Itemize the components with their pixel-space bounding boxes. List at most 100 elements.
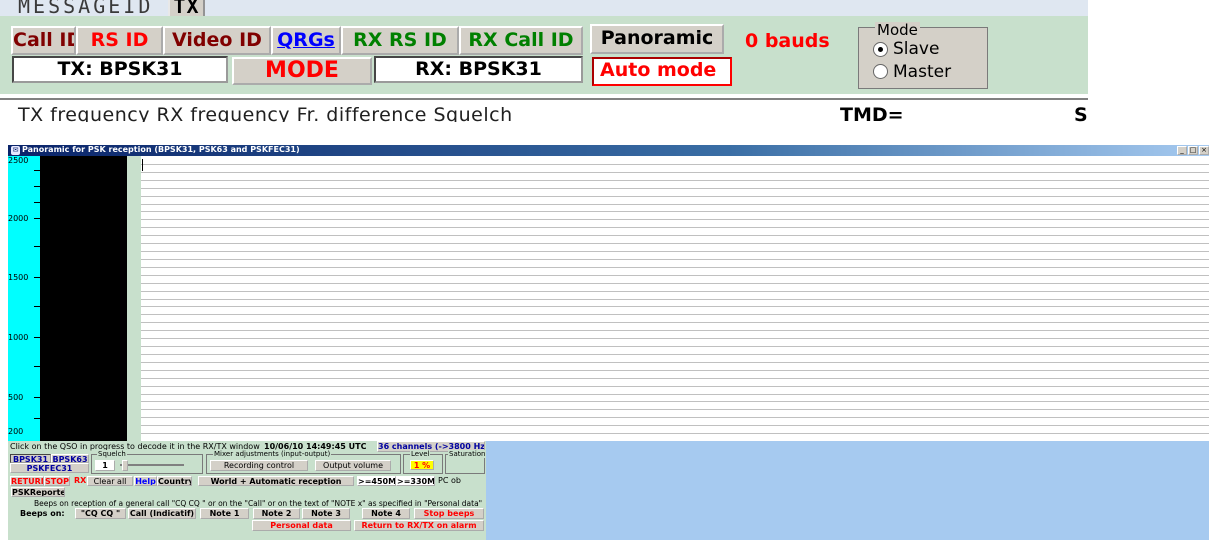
s-label-partial: S bbox=[1074, 104, 1088, 122]
squelch-group: Squelch 1 bbox=[91, 450, 203, 474]
channel-row-divider bbox=[141, 425, 1209, 426]
squelch-legend: Squelch bbox=[97, 450, 127, 458]
channel-row-divider bbox=[141, 196, 1209, 197]
stop-beeps-button[interactable]: Stop beeps bbox=[414, 508, 484, 519]
channel-list[interactable] bbox=[141, 156, 1209, 442]
channel-row-divider bbox=[141, 330, 1209, 331]
squelch-slider-track[interactable] bbox=[120, 464, 184, 466]
channel-row-divider bbox=[141, 204, 1209, 205]
maximize-icon[interactable]: □ bbox=[1188, 146, 1198, 155]
video-id-button[interactable]: Video ID bbox=[163, 26, 271, 55]
channel-row-divider bbox=[141, 346, 1209, 347]
slave-radio[interactable] bbox=[873, 42, 888, 57]
channel-row-divider bbox=[141, 267, 1209, 268]
close-icon[interactable]: × bbox=[1199, 146, 1209, 155]
channel-row-divider bbox=[141, 306, 1209, 307]
level-value: 1 % bbox=[410, 460, 434, 470]
panoramic-window: ✉ Panoramic for PSK reception (BPSK31, P… bbox=[8, 145, 1209, 540]
channel-row-divider bbox=[141, 211, 1209, 212]
return-button[interactable]: RETURN bbox=[10, 476, 44, 486]
squelch-value[interactable]: 1 bbox=[95, 460, 115, 471]
beep-cq-button[interactable]: "CQ CQ " bbox=[75, 508, 126, 519]
stop-button[interactable]: STOP bbox=[44, 476, 70, 486]
slave-radio-label: Slave bbox=[893, 39, 940, 59]
band-450-button[interactable]: >=450MHz bbox=[357, 476, 396, 486]
pskfec31-button[interactable]: PSKFEC31 bbox=[10, 463, 89, 473]
channel-row-divider bbox=[141, 164, 1209, 165]
rs-id-button[interactable]: RS ID bbox=[76, 26, 163, 55]
rx-indicator: RX bbox=[74, 476, 87, 485]
saturation-legend: Saturation bbox=[448, 450, 487, 458]
qrgs-button[interactable]: QRGs bbox=[271, 26, 341, 55]
scale-tick-label: 2000 bbox=[8, 214, 29, 223]
personal-data-button[interactable]: Personal data bbox=[252, 520, 351, 531]
beeps-description: Beeps on reception of a general call "CQ… bbox=[34, 499, 483, 508]
frequency-scale: 2500 2000 1500 1000 500 200 bbox=[8, 156, 40, 441]
beeps-on-label: Beeps on: bbox=[20, 509, 65, 518]
channel-row-divider bbox=[141, 235, 1209, 236]
rx-rs-id-button[interactable]: RX RS ID bbox=[341, 26, 459, 55]
master-radio[interactable] bbox=[873, 64, 888, 79]
waterfall-display[interactable] bbox=[40, 156, 127, 441]
scale-tick-label: 200 bbox=[8, 427, 24, 436]
minimize-icon[interactable]: _ bbox=[1177, 146, 1187, 155]
panoramic-button[interactable]: Panoramic bbox=[590, 24, 724, 54]
beep-note3-button[interactable]: Note 3 bbox=[302, 508, 350, 519]
country-button[interactable]: Country bbox=[157, 476, 192, 486]
channel-row-divider bbox=[141, 188, 1209, 189]
beep-note2-button[interactable]: Note 2 bbox=[253, 508, 300, 519]
band-330-button[interactable]: >=330MHz bbox=[396, 476, 435, 486]
beep-call-button[interactable]: Call (Indicatif) bbox=[128, 508, 196, 519]
channel-row-divider bbox=[141, 417, 1209, 418]
channel-row-divider bbox=[141, 370, 1209, 371]
channel-row-divider bbox=[141, 314, 1209, 315]
waterfall-border bbox=[127, 156, 141, 441]
channel-row-divider bbox=[141, 243, 1209, 244]
mixer-legend: Mixer adjustments (input-output) bbox=[213, 450, 332, 458]
scale-tick-label: 1500 bbox=[8, 273, 29, 282]
return-on-alarm-button[interactable]: Return to RX/TX on alarm bbox=[354, 520, 484, 531]
tx-mode-display: TX: BPSK31 bbox=[12, 56, 228, 83]
channel-row-divider bbox=[141, 180, 1209, 181]
channel-row-divider bbox=[141, 401, 1209, 402]
lower-divider bbox=[0, 98, 1088, 100]
beep-note4-button[interactable]: Note 4 bbox=[362, 508, 410, 519]
help-button[interactable]: Help bbox=[134, 476, 157, 486]
channel-row-divider bbox=[141, 259, 1209, 260]
mode-button[interactable]: MODE bbox=[232, 57, 372, 85]
channel-row-divider bbox=[141, 322, 1209, 323]
world-automatic-button[interactable]: World + Automatic reception bbox=[198, 476, 354, 486]
level-group: Level 1 % bbox=[403, 450, 443, 474]
channel-row-divider bbox=[141, 172, 1209, 173]
output-volume-button[interactable]: Output volume bbox=[315, 460, 391, 471]
channel-row-divider bbox=[141, 227, 1209, 228]
rx-call-id-button[interactable]: RX Call ID bbox=[459, 26, 583, 55]
beep-note1-button[interactable]: Note 1 bbox=[200, 508, 249, 519]
scale-tick-label: 1000 bbox=[8, 333, 29, 342]
squelch-slider-thumb[interactable] bbox=[122, 460, 128, 471]
channel-row-divider bbox=[141, 275, 1209, 276]
main-window-fragment: MESSAGEID TX Call ID RS ID Video ID QRGs… bbox=[0, 0, 1088, 122]
bpsk31-button[interactable]: BPSK31 bbox=[10, 454, 51, 463]
channel-row-divider bbox=[141, 386, 1209, 387]
tmd-label-partial: TMD= bbox=[840, 104, 904, 122]
scale-tick-label: 2500 bbox=[8, 156, 29, 165]
channel-row-divider bbox=[141, 219, 1209, 220]
bauds-readout: 0 bauds bbox=[745, 30, 830, 52]
channel-row-divider bbox=[141, 409, 1209, 410]
auto-mode-display[interactable]: Auto mode bbox=[592, 57, 732, 86]
channel-row-divider bbox=[141, 354, 1209, 355]
text-cursor bbox=[142, 159, 143, 171]
bpsk63-button[interactable]: BPSK63 bbox=[51, 454, 89, 463]
channel-row-divider bbox=[141, 291, 1209, 292]
call-id-button[interactable]: Call ID bbox=[11, 26, 76, 55]
recording-control-button[interactable]: Recording control bbox=[210, 460, 308, 471]
channel-row-divider bbox=[141, 362, 1209, 363]
clear-all-button[interactable]: Clear all bbox=[87, 476, 133, 486]
channel-row-divider bbox=[141, 299, 1209, 300]
channel-row-divider bbox=[141, 378, 1209, 379]
window-title: Panoramic for PSK reception (BPSK31, PSK… bbox=[22, 145, 300, 154]
pskreporter-button[interactable]: PSKReporter bbox=[11, 487, 65, 497]
channel-row-divider bbox=[141, 251, 1209, 252]
rx-mode-display: RX: BPSK31 bbox=[374, 56, 583, 83]
